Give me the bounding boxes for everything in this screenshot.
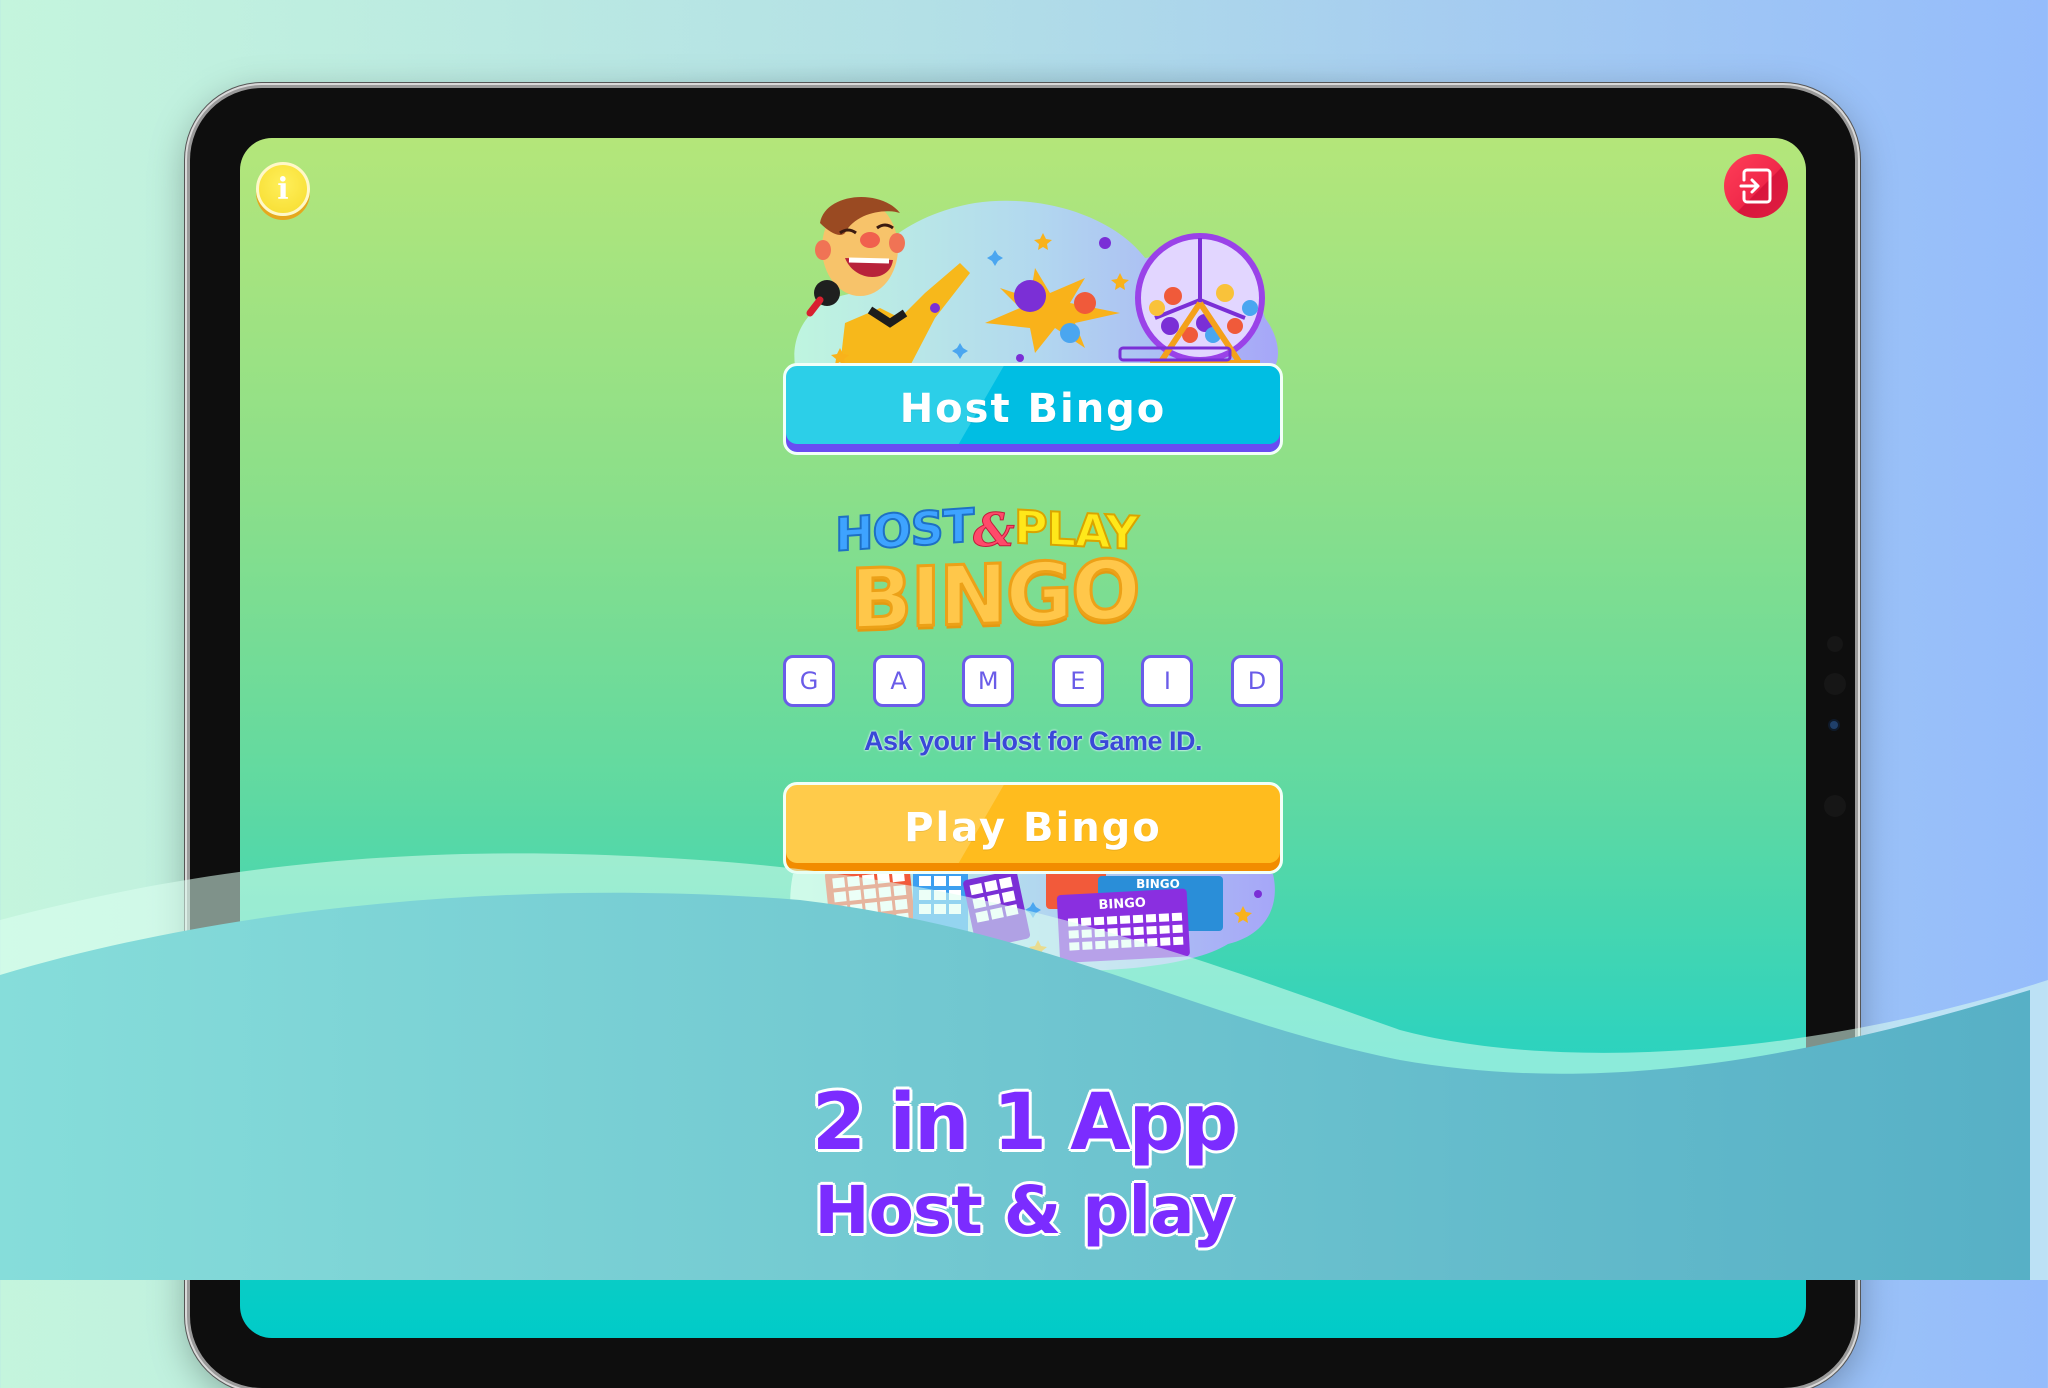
device-sensor — [1824, 673, 1846, 695]
host-illustration — [794, 196, 1278, 366]
game-id-char-box[interactable]: G — [783, 655, 835, 707]
tagline-headline: 2 in 1 App — [811, 1078, 1238, 1168]
bingo-card — [824, 874, 916, 942]
bingo-card: BINGO — [1056, 888, 1190, 963]
play-bingo-label: Play Bingo — [904, 805, 1162, 851]
info-icon: i — [277, 171, 289, 207]
game-id-help-text: Ask your Host for Game ID. — [863, 726, 1203, 756]
game-id-char-box[interactable]: M — [962, 655, 1015, 707]
exit-button[interactable] — [1724, 154, 1788, 218]
game-id-char-box[interactable]: A — [872, 655, 925, 707]
device-sensor — [1827, 636, 1843, 652]
game-id-char-box[interactable]: E — [1051, 655, 1104, 707]
game-id-char: E — [1070, 667, 1086, 695]
bingo-cards-illustration: BINGO BINGO — [790, 874, 1275, 971]
host-bingo-label: Host Bingo — [899, 386, 1167, 432]
game-id-char: G — [799, 667, 819, 695]
game-id-char: D — [1247, 667, 1267, 695]
play-bingo-button[interactable]: Play Bingo — [783, 782, 1283, 874]
device-sensor — [1824, 795, 1846, 817]
info-button[interactable]: i — [256, 162, 310, 216]
bingo-card — [913, 874, 968, 939]
game-id-char: I — [1163, 667, 1171, 695]
game-id-char-box[interactable]: D — [1230, 655, 1283, 707]
logo-bingo-text: BINGO — [849, 541, 1141, 649]
exit-door-icon — [1739, 168, 1772, 204]
game-id-char: A — [890, 667, 907, 695]
device-camera — [1830, 721, 1838, 729]
app-logo: HOST&PLAY BINGO — [834, 497, 1225, 649]
game-id-input[interactable]: G A M E I D — [783, 655, 1283, 711]
game-id-char: M — [977, 667, 999, 695]
bingo-card-label: BINGO — [1136, 877, 1180, 891]
game-id-char-box[interactable]: I — [1141, 655, 1194, 707]
bingo-card-label: BINGO — [1098, 896, 1146, 913]
host-bingo-button[interactable]: Host Bingo — [783, 363, 1283, 455]
tagline-subheadline: Host & play — [814, 1172, 1234, 1249]
